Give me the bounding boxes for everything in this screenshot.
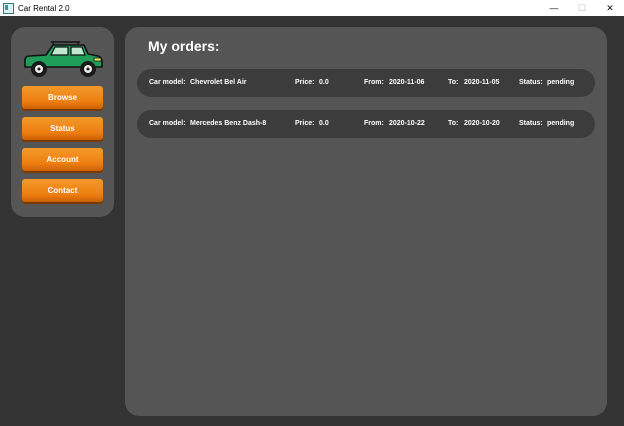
close-button[interactable]: ✕ — [596, 0, 624, 16]
status-value: pending — [547, 120, 575, 127]
from-date: 2020-11-06 — [389, 79, 425, 86]
maximize-button[interactable]: ☐ — [568, 0, 596, 16]
price-value: 0.0 — [319, 79, 329, 86]
app-window: Browse Status Account Contact My orders:… — [0, 16, 624, 426]
from-date: 2020-10-22 — [389, 120, 425, 127]
sidebar: Browse Status Account Contact — [11, 27, 114, 217]
contact-button[interactable]: Contact — [22, 179, 103, 202]
status-button[interactable]: Status — [22, 117, 103, 140]
status-label: Status: — [519, 120, 543, 127]
app-icon — [3, 2, 14, 14]
to-label: To: — [448, 120, 459, 127]
from-label: From: — [364, 120, 384, 127]
order-row: Car model: Chevrolet Bel Air Price: 0.0 … — [137, 69, 595, 97]
to-date: 2020-10-20 — [464, 120, 500, 127]
window-title: Car Rental 2.0 — [18, 3, 70, 13]
from-label: From: — [364, 79, 384, 86]
to-date: 2020-11-05 — [464, 79, 500, 86]
status-value: pending — [547, 79, 575, 86]
window-controls: — ☐ ✕ — [540, 0, 624, 16]
car-model-label: Car model: — [149, 79, 186, 86]
order-row: Car model: Mercedes Benz Dash-8 Price: 0… — [137, 110, 595, 138]
car-model-value: Mercedes Benz Dash-8 — [190, 120, 267, 127]
account-button[interactable]: Account — [22, 148, 103, 171]
browse-button[interactable]: Browse — [22, 86, 103, 109]
price-label: Price: — [295, 79, 315, 86]
minimize-button[interactable]: — — [540, 0, 568, 16]
price-label: Price: — [295, 120, 315, 127]
car-model-value: Chevrolet Bel Air — [190, 79, 247, 86]
orders-panel: My orders: Car model: Chevrolet Bel Air … — [125, 27, 607, 416]
title-bar: Car Rental 2.0 — ☐ ✕ — [0, 0, 624, 16]
page-title: My orders: — [148, 38, 220, 54]
car-model-label: Car model: — [149, 120, 186, 127]
price-value: 0.0 — [319, 120, 329, 127]
status-label: Status: — [519, 79, 543, 86]
to-label: To: — [448, 79, 459, 86]
car-icon — [24, 41, 103, 77]
